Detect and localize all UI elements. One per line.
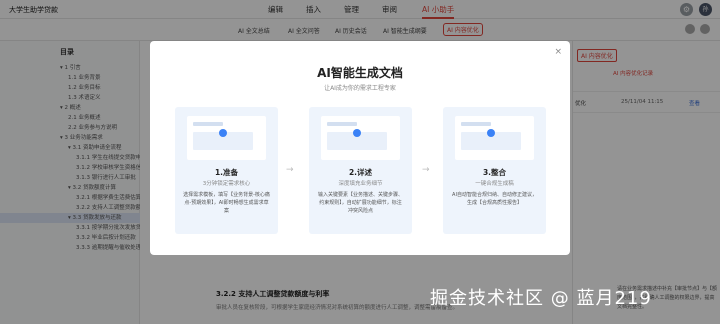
plus-icon (487, 129, 495, 137)
plus-icon (353, 129, 361, 137)
modal-title: AI智能生成文档 (317, 66, 403, 80)
ai-generate-modal: × AI智能生成文档 让AI成为你的需求工程专家 1.准备 3分钟锁定需求核心 … (150, 41, 570, 255)
step-subtitle: 深度填充业务细节 (338, 181, 383, 187)
prepare-illustration-icon (187, 116, 266, 160)
close-icon[interactable]: × (554, 47, 562, 57)
step-card-prepare[interactable]: 1.准备 3分钟锁定需求核心 选择需求模板，填写【业务背景-核心痛点-预期效果】… (175, 107, 278, 234)
step-description: 选择需求模板，填写【业务背景-核心痛点-预期效果】，AI即时畅想生成需求草案 (183, 192, 270, 214)
step-title: 3.整合 (482, 168, 507, 177)
step-card-detail[interactable]: 2.详述 深度填充业务细节 输入关键要素【业务描述、关键步骤、约束规则】，自动扩… (309, 107, 412, 234)
step-description: 输入关键要素【业务描述、关键步骤、约束规则】，自动扩展功能细节，标注冲突风险点 (317, 192, 403, 214)
arrow-right-icon: → (422, 165, 430, 175)
detail-illustration-icon (321, 116, 400, 160)
watermark: 掘金技术社区 @ 蓝月219 (430, 288, 652, 309)
step-subtitle: 3分钟锁定需求核心 (202, 181, 251, 187)
step-title: 1.准备 (214, 168, 239, 177)
step-card-integrate[interactable]: 3.整合 一键合规生成稿 AI自动智能合规归纳、自动修正建议，生成【合规高质性报… (443, 107, 546, 234)
step-title: 2.详述 (348, 168, 373, 177)
step-description: AI自动智能合规归纳、自动修正建议，生成【合规高质性报告】 (452, 192, 537, 206)
plus-icon (219, 129, 227, 137)
step-subtitle: 一键合规生成稿 (475, 181, 514, 187)
arrow-right-icon: → (286, 165, 294, 175)
modal-subtitle: 让AI成为你的需求工程专家 (324, 85, 396, 92)
integrate-illustration-icon (455, 116, 534, 160)
